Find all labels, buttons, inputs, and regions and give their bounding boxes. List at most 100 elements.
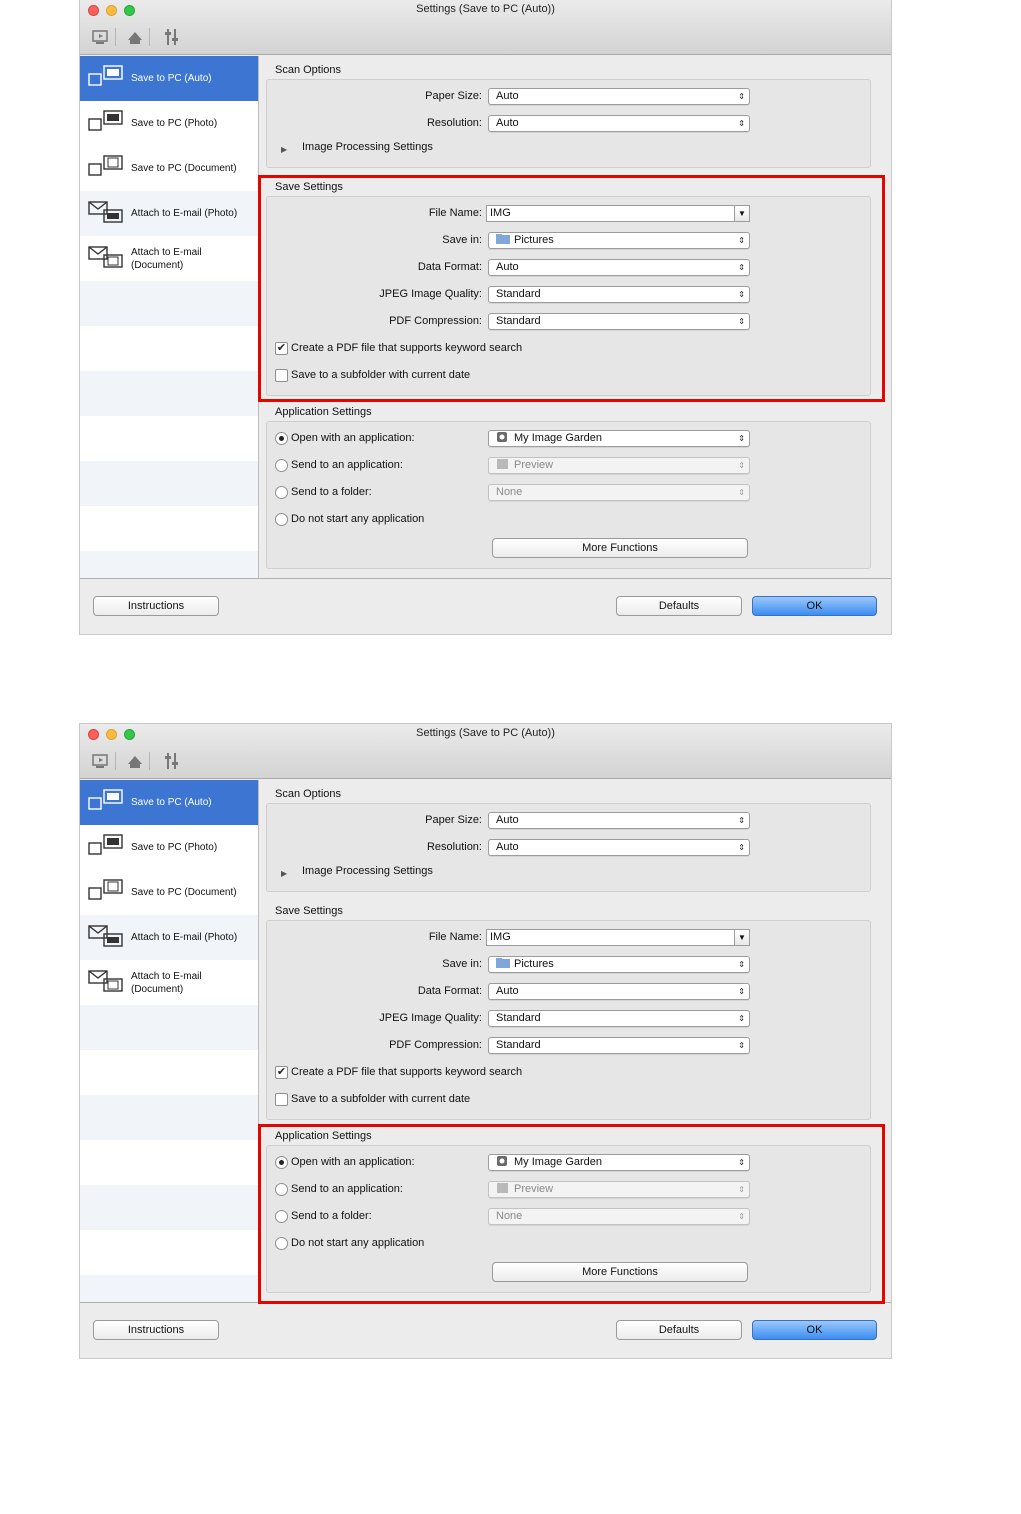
sidebar-item-save-to-pc-document[interactable]: Save to PC (Document) bbox=[80, 870, 258, 915]
ok-button[interactable]: OK bbox=[752, 1320, 877, 1340]
defaults-button[interactable]: Defaults bbox=[616, 596, 742, 616]
open-with-app-radio[interactable] bbox=[275, 432, 288, 445]
scan-options-title: Scan Options bbox=[275, 788, 342, 800]
sidebar: Save to PC (Auto) Save to PC (Photo) Sav… bbox=[80, 56, 259, 578]
file-name-combobox[interactable]: IMG ▼ bbox=[486, 929, 750, 946]
subfolder-label: Save to a subfolder with current date bbox=[291, 1093, 471, 1105]
general-settings-icon[interactable] bbox=[162, 26, 184, 48]
save-to-pc-photo-icon bbox=[88, 834, 123, 855]
sidebar-item-save-to-pc-photo[interactable]: Save to PC (Photo) bbox=[80, 101, 258, 146]
resolution-select[interactable]: Auto ⇕ bbox=[488, 839, 750, 856]
open-with-app-select[interactable]: My Image Garden ⇕ bbox=[488, 1154, 750, 1171]
do-not-start-label: Do not start any application bbox=[291, 1237, 425, 1249]
save-settings-title: Save Settings bbox=[275, 905, 343, 917]
more-functions-button[interactable]: More Functions bbox=[492, 538, 748, 558]
send-to-folder-label: Send to a folder: bbox=[291, 486, 372, 498]
send-to-app-radio[interactable] bbox=[275, 459, 288, 472]
scan-options-title: Scan Options bbox=[275, 64, 342, 76]
send-to-app-select[interactable]: Preview ⇕ bbox=[488, 1181, 750, 1198]
save-settings-title: Save Settings bbox=[275, 181, 343, 193]
paper-size-select[interactable]: Auto ⇕ bbox=[488, 812, 750, 829]
instructions-button[interactable]: Instructions bbox=[93, 1320, 219, 1340]
sidebar-item-label: Save to PC (Photo) bbox=[131, 842, 218, 853]
disclosure-triangle-icon[interactable]: ▶ bbox=[281, 869, 287, 878]
defaults-button[interactable]: Defaults bbox=[616, 1320, 742, 1340]
subfolder-checkbox[interactable] bbox=[275, 369, 288, 382]
resolution-label: Resolution: bbox=[426, 117, 482, 129]
sidebar-item-save-to-pc-photo[interactable]: Save to PC (Photo) bbox=[80, 825, 258, 870]
subfolder-checkbox[interactable] bbox=[275, 1093, 288, 1106]
sidebar-item-attach-email-document[interactable]: Attach to E-mail (Document) bbox=[80, 236, 258, 281]
image-processing-settings-label[interactable]: Image Processing Settings bbox=[302, 141, 433, 153]
title-bar: Settings (Save to PC (Auto)) bbox=[80, 724, 891, 779]
sidebar-item-attach-email-photo[interactable]: Attach to E-mail (Photo) bbox=[80, 191, 258, 236]
pdf-compression-select[interactable]: Standard ⇕ bbox=[488, 1037, 750, 1054]
pdf-compression-label: PDF Compression: bbox=[389, 1039, 482, 1051]
send-to-app-radio[interactable] bbox=[275, 1183, 288, 1196]
image-processing-settings-label[interactable]: Image Processing Settings bbox=[302, 865, 433, 877]
sidebar-item-label: Save to PC (Photo) bbox=[131, 118, 218, 129]
paper-size-label: Paper Size: bbox=[425, 90, 482, 102]
scan-from-operation-panel-icon[interactable] bbox=[124, 26, 146, 48]
disclosure-triangle-icon[interactable]: ▶ bbox=[281, 145, 287, 154]
save-in-label: Save in: bbox=[442, 234, 482, 246]
file-name-label: File Name: bbox=[428, 931, 482, 943]
general-settings-icon[interactable] bbox=[162, 750, 184, 772]
sidebar-item-label: Save to PC (Document) bbox=[131, 887, 237, 898]
ok-button[interactable]: OK bbox=[752, 596, 877, 616]
paper-size-select[interactable]: Auto ⇕ bbox=[488, 88, 750, 105]
send-to-folder-select[interactable]: None ⇕ bbox=[488, 1208, 750, 1225]
open-with-app-label: Open with an application: bbox=[291, 1156, 415, 1168]
chevron-down-icon[interactable]: ▼ bbox=[734, 205, 750, 222]
keyword-search-checkbox[interactable]: ✔ bbox=[275, 1066, 288, 1079]
sidebar-item-attach-email-document[interactable]: Attach to E-mail (Document) bbox=[80, 960, 258, 1005]
data-format-select[interactable]: Auto ⇕ bbox=[488, 259, 750, 276]
settings-window-application-settings-highlight: Settings (Save to PC (Auto)) Save to PC … bbox=[80, 724, 891, 1358]
sidebar-item-save-to-pc-auto[interactable]: Save to PC (Auto) bbox=[80, 780, 258, 825]
open-with-app-select[interactable]: My Image Garden ⇕ bbox=[488, 430, 750, 447]
pdf-compression-label: PDF Compression: bbox=[389, 315, 482, 327]
save-to-pc-auto-icon bbox=[88, 65, 123, 86]
jpeg-quality-select[interactable]: Standard ⇕ bbox=[488, 286, 750, 303]
pdf-compression-select[interactable]: Standard ⇕ bbox=[488, 313, 750, 330]
scan-from-computer-icon[interactable] bbox=[90, 750, 112, 772]
my-image-garden-icon bbox=[497, 432, 507, 442]
send-to-app-select[interactable]: Preview ⇕ bbox=[488, 457, 750, 474]
save-in-label: Save in: bbox=[442, 958, 482, 970]
send-to-folder-label: Send to a folder: bbox=[291, 1210, 372, 1222]
data-format-label: Data Format: bbox=[417, 985, 482, 997]
scan-from-operation-panel-icon[interactable] bbox=[124, 750, 146, 772]
attach-email-document-icon bbox=[88, 246, 123, 268]
paper-size-label: Paper Size: bbox=[425, 814, 482, 826]
preview-app-icon bbox=[497, 1183, 508, 1193]
data-format-select[interactable]: Auto ⇕ bbox=[488, 983, 750, 1000]
jpeg-quality-label: JPEG Image Quality: bbox=[379, 1012, 482, 1024]
resolution-select[interactable]: Auto ⇕ bbox=[488, 115, 750, 132]
sidebar-item-save-to-pc-auto[interactable]: Save to PC (Auto) bbox=[80, 56, 258, 101]
jpeg-quality-label: JPEG Image Quality: bbox=[379, 288, 482, 300]
instructions-button[interactable]: Instructions bbox=[93, 596, 219, 616]
keyword-search-checkbox[interactable]: ✔ bbox=[275, 342, 288, 355]
more-functions-button[interactable]: More Functions bbox=[492, 1262, 748, 1282]
title-bar: Settings (Save to PC (Auto)) bbox=[80, 0, 891, 55]
attach-email-photo-icon bbox=[88, 201, 123, 223]
chevron-down-icon[interactable]: ▼ bbox=[734, 929, 750, 946]
jpeg-quality-select[interactable]: Standard ⇕ bbox=[488, 1010, 750, 1027]
send-to-folder-select[interactable]: None ⇕ bbox=[488, 484, 750, 501]
do-not-start-radio[interactable] bbox=[275, 513, 288, 526]
save-to-pc-document-icon bbox=[88, 155, 123, 176]
save-in-select[interactable]: Pictures ⇕ bbox=[488, 232, 750, 249]
resolution-label: Resolution: bbox=[426, 841, 482, 853]
send-to-folder-radio[interactable] bbox=[275, 486, 288, 499]
application-settings-title: Application Settings bbox=[275, 1130, 372, 1142]
open-with-app-radio[interactable] bbox=[275, 1156, 288, 1169]
sidebar-item-save-to-pc-document[interactable]: Save to PC (Document) bbox=[80, 146, 258, 191]
do-not-start-label: Do not start any application bbox=[291, 513, 425, 525]
file-name-combobox[interactable]: IMG ▼ bbox=[486, 205, 750, 222]
send-to-folder-radio[interactable] bbox=[275, 1210, 288, 1223]
save-in-select[interactable]: Pictures ⇕ bbox=[488, 956, 750, 973]
do-not-start-radio[interactable] bbox=[275, 1237, 288, 1250]
sidebar-item-label: Attach to E-mail (Document) bbox=[131, 246, 202, 271]
sidebar-item-attach-email-photo[interactable]: Attach to E-mail (Photo) bbox=[80, 915, 258, 960]
scan-from-computer-icon[interactable] bbox=[90, 26, 112, 48]
